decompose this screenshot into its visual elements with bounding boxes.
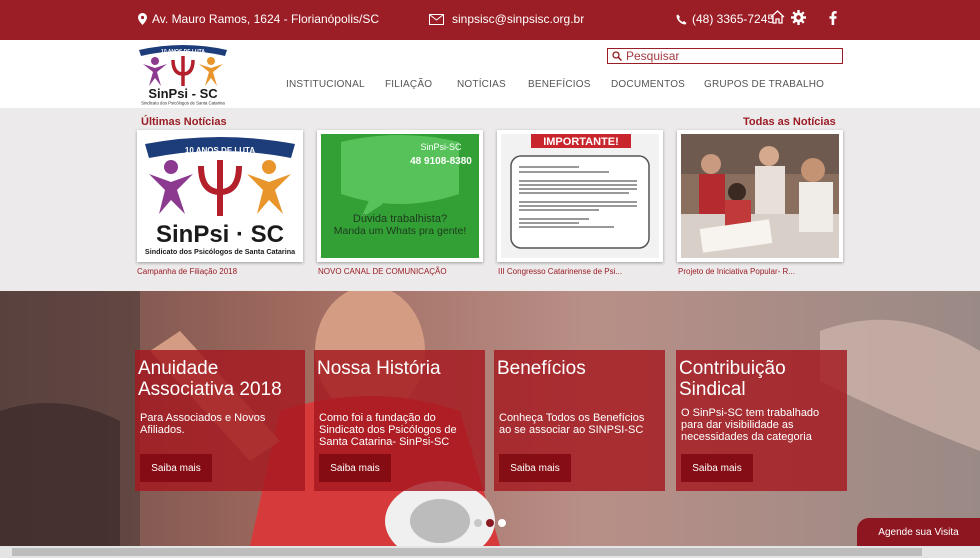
- home-icon[interactable]: [770, 10, 785, 24]
- all-news-link[interactable]: Todas as Notícias: [743, 116, 836, 128]
- nav-beneficios[interactable]: BENEFÍCIOS: [528, 79, 591, 90]
- facebook-icon[interactable]: [829, 11, 837, 25]
- news-card[interactable]: 10 ANOS DE LUTA SinPsi · SC Sindicato do…: [137, 130, 303, 262]
- news-card-caption[interactable]: Projeto de Iniciativa Popular- R...: [678, 267, 795, 276]
- location-pin-icon: [138, 13, 147, 25]
- news-card-caption[interactable]: Campanha de Filiação 2018: [137, 267, 237, 276]
- news-card-caption[interactable]: NOVO CANAL DE COMUNICAÇÃO: [318, 267, 447, 276]
- saiba-mais-button[interactable]: Saiba mais: [681, 454, 753, 482]
- nav-filiacao[interactable]: FILIAÇÃO: [385, 79, 432, 90]
- phone-block: (48) 3365-7245: [676, 12, 774, 26]
- search-icon: [612, 50, 623, 64]
- panel-description: O SinPsi-SC tem trabalhado para dar visi…: [681, 407, 820, 443]
- envelope-icon: [429, 13, 444, 25]
- panel-description: Como foi a fundação do Sindicato dos Psi…: [319, 412, 457, 448]
- nossa-historia-panel[interactable]: Nossa História Como foi a fundação do Si…: [314, 350, 485, 491]
- card2-question: Dúvida trabalhista?: [353, 213, 447, 225]
- news-card-image: [681, 134, 839, 258]
- email-link[interactable]: sinpsisc@sinpsisc.org.br: [452, 12, 584, 26]
- agende-visita-button[interactable]: Agende sua Visita: [857, 518, 980, 546]
- panel-title: Contribuição Sindical: [679, 358, 786, 400]
- nav-documentos[interactable]: DOCUMENTOS: [611, 79, 685, 90]
- news-card[interactable]: SinPsi-SC 48 9108-8380 Dúvida trabalhist…: [317, 130, 483, 262]
- panel-title: Anuidade Associativa 2018: [138, 358, 282, 400]
- news-card[interactable]: [677, 130, 843, 262]
- search-placeholder: Pesquisar: [626, 49, 680, 63]
- card2-cta: Manda um Whats pra gente!: [334, 225, 467, 237]
- saiba-mais-button[interactable]: Saiba mais: [319, 454, 391, 482]
- news-card-image: IMPORTANTE!: [501, 134, 659, 258]
- card2-phone: 48 9108-8380: [410, 156, 472, 167]
- news-card-caption[interactable]: III Congresso Catarinense de Psi...: [498, 267, 622, 276]
- horizontal-scrollbar[interactable]: [0, 546, 980, 558]
- gear-icon[interactable]: [791, 10, 806, 25]
- beneficios-panel[interactable]: Benefícios Conheça Todos os Benefícios a…: [494, 350, 665, 491]
- panel-title: Benefícios: [497, 358, 586, 379]
- phone-icon: [676, 14, 687, 25]
- slider-dot-active[interactable]: [498, 519, 506, 527]
- scrollbar-thumb[interactable]: [12, 548, 922, 556]
- address-block: Av. Mauro Ramos, 1624 - Florianópolis/SC: [138, 12, 379, 26]
- phone-text: (48) 3365-7245: [692, 12, 775, 26]
- card2-brand: SinPsi-SC: [420, 142, 462, 152]
- card1-logo-name: SinPsi · SC: [156, 221, 284, 248]
- logo-banner-text: 10 ANOS DE LUTA: [161, 49, 205, 55]
- sinpsi-logo[interactable]: 10 ANOS DE LUTA SinPsi - SC Sindicato do…: [137, 42, 229, 106]
- card3-headline: IMPORTANTE!: [543, 136, 619, 148]
- logo-name: SinPsi - SC: [148, 86, 218, 101]
- search-input[interactable]: Pesquisar: [607, 48, 843, 64]
- slider-dot[interactable]: [474, 519, 482, 527]
- anuidade-panel[interactable]: Anuidade Associativa 2018 Para Associado…: [135, 350, 305, 491]
- news-card[interactable]: IMPORTANTE!: [497, 130, 663, 262]
- news-card-image: 10 ANOS DE LUTA SinPsi · SC Sindicato do…: [141, 134, 299, 258]
- nav-institucional[interactable]: INSTITUCIONAL: [286, 79, 365, 90]
- logo-subtitle: Sindicato dos Psicólogos de Santa Catari…: [141, 101, 225, 106]
- saiba-mais-button[interactable]: Saiba mais: [140, 454, 212, 482]
- contribuicao-sindical-panel[interactable]: Contribuição Sindical O SinPsi-SC tem tr…: [676, 350, 847, 491]
- address-text: Av. Mauro Ramos, 1624 - Florianópolis/SC: [152, 12, 379, 26]
- latest-news-title: Últimas Notícias: [141, 116, 227, 128]
- panel-description: Conheça Todos os Benefícios ao se associ…: [499, 412, 645, 436]
- nav-grupos-de-trabalho[interactable]: GRUPOS DE TRABALHO: [704, 79, 824, 90]
- card1-logo-subtitle: Sindicato dos Psicólogos de Santa Catari…: [145, 247, 296, 256]
- saiba-mais-button[interactable]: Saiba mais: [499, 454, 571, 482]
- card1-banner-text: 10 ANOS DE LUTA: [185, 146, 255, 155]
- slider-dot[interactable]: [486, 519, 494, 527]
- nav-noticias[interactable]: NOTÍCIAS: [457, 79, 506, 90]
- panel-title: Nossa História: [317, 358, 441, 379]
- news-card-image: SinPsi-SC 48 9108-8380 Dúvida trabalhist…: [321, 134, 479, 258]
- top-bar: Av. Mauro Ramos, 1624 - Florianópolis/SC…: [0, 0, 980, 40]
- email-block[interactable]: sinpsisc@sinpsisc.org.br: [429, 12, 584, 26]
- panel-description: Para Associados e Novos Afiliados.: [140, 412, 266, 436]
